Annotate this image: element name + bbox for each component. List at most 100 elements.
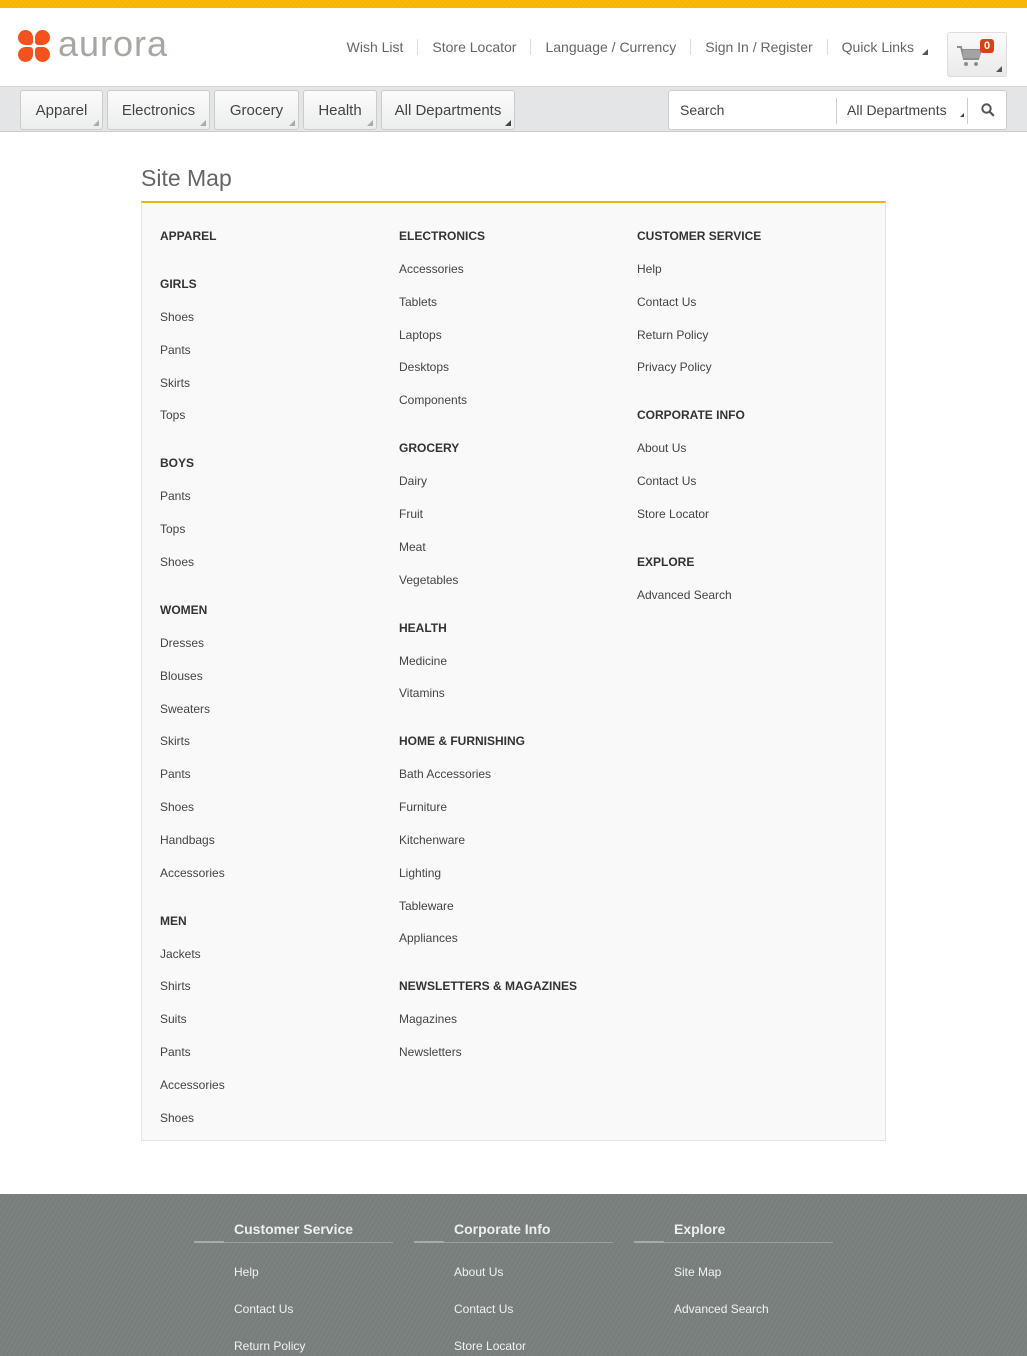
store-locator-link[interactable]: Store Locator [417,39,530,55]
language-currency-link[interactable]: Language / Currency [530,39,690,55]
footer-link-store-locator[interactable]: Store Locator [454,1339,526,1353]
sitemap-link-shoes[interactable]: Shoes [160,1111,194,1125]
sitemap-link-return-policy[interactable]: Return Policy [637,328,708,342]
sign-in-register-link[interactable]: Sign In / Register [690,39,826,55]
search-scope-value: All Departments [847,102,947,118]
sitemap-link-medicine[interactable]: Medicine [399,654,447,668]
category-heading-electronics: ELECTRONICS [399,229,486,243]
sitemap-link-tops[interactable]: Tops [160,408,185,422]
sitemap-link-pants[interactable]: Pants [160,489,191,503]
category-heading-newsletters-and-magazines: NEWSLETTERS & MAGAZINES [399,979,578,993]
sitemap-link-contact-us[interactable]: Contact Us [637,474,696,488]
sitemap-link-magazines[interactable]: Magazines [399,1012,457,1026]
sitemap-link-dairy[interactable]: Dairy [399,474,427,488]
category-heading-boys: BOYS [160,456,195,470]
sitemap-link-contact-us[interactable]: Contact Us [637,295,696,309]
dropdown-arrow-icon [289,120,295,126]
dept-electronics[interactable]: Electronics [107,90,210,130]
sitemap-link-furniture[interactable]: Furniture [399,800,447,814]
sitemap-link-lighting[interactable]: Lighting [399,866,441,880]
dept-label: All Departments [394,101,502,119]
footer-heading: Corporate Info [454,1221,551,1237]
sitemap-link-help[interactable]: Help [637,262,662,276]
sitemap-link-accessories[interactable]: Accessories [160,1078,225,1092]
sitemap-link-accessories[interactable]: Accessories [160,866,225,880]
category-heading-home-and-furnishing: HOME & FURNISHING [399,734,525,748]
divider [967,98,968,124]
sitemap-link-appliances[interactable]: Appliances [399,931,458,945]
dropdown-arrow-icon [960,113,964,117]
sitemap-link-advanced-search[interactable]: Advanced Search [637,588,732,602]
dept-label: Grocery [229,101,284,119]
sitemap-link-store-locator[interactable]: Store Locator [637,507,709,521]
footer-link-help[interactable]: Help [234,1265,259,1279]
sitemap-link-blouses[interactable]: Blouses [160,669,203,683]
logo[interactable]: aurora [18,23,169,64]
sitemap-link-tableware[interactable]: Tableware [399,899,454,913]
search-icon [981,103,995,117]
dept-grocery[interactable]: Grocery [214,90,299,130]
page-title: Site Map [141,165,232,191]
sitemap-link-accessories[interactable]: Accessories [399,262,464,276]
sitemap-link-sweaters[interactable]: Sweaters [160,702,210,716]
sitemap-link-pants[interactable]: Pants [160,343,191,357]
footer: Customer Service Help Contact Us Return Pol… [0,1194,1027,1356]
quick-links-menu[interactable]: Quick Links [826,39,928,55]
dept-health[interactable]: Health [303,90,377,130]
sitemap-link-shoes[interactable]: Shoes [160,310,194,324]
sitemap-link-shoes[interactable]: Shoes [160,555,194,569]
sitemap-link-tops[interactable]: Tops [160,522,185,536]
header: aurora Wish List Store Locator Language … [0,8,1027,86]
sitemap-link-laptops[interactable]: Laptops [399,328,442,342]
footer-divider-accent [194,1241,224,1243]
footer-link-site-map[interactable]: Site Map [674,1265,721,1279]
sitemap-link-vegetables[interactable]: Vegetables [399,573,458,587]
search-input[interactable] [669,91,837,129]
category-heading-customer-service: CUSTOMER SERVICE [637,229,762,243]
footer-link-about-us[interactable]: About Us [454,1265,503,1279]
sitemap-link-pants[interactable]: Pants [160,767,191,781]
cart-button[interactable]: 0 [947,32,1007,77]
sitemap-link-meat[interactable]: Meat [399,540,426,554]
sitemap-link-shirts[interactable]: Shirts [160,979,191,993]
search-scope-select[interactable]: All Departments [837,91,968,129]
sitemap-link-bath-accessories[interactable]: Bath Accessories [399,767,491,781]
sitemap-link-pants[interactable]: Pants [160,1045,191,1059]
category-heading-grocery: GROCERY [399,441,460,455]
footer-link-contact-us[interactable]: Contact Us [454,1302,513,1316]
department-nav: Apparel Electronics Grocery Health All D… [0,86,1027,132]
sitemap-link-desktops[interactable]: Desktops [399,360,449,374]
dropdown-arrow-icon [93,120,99,126]
sitemap-link-kitchenware[interactable]: Kitchenware [399,833,465,847]
sitemap-link-suits[interactable]: Suits [160,1012,187,1026]
sitemap-link-newsletters[interactable]: Newsletters [399,1045,462,1059]
sitemap-link-fruit[interactable]: Fruit [399,507,423,521]
footer-link-contact-us[interactable]: Contact Us [234,1302,293,1316]
sitemap-link-jackets[interactable]: Jackets [160,947,201,961]
quick-links-label: Quick Links [841,39,914,55]
sitemap-link-components[interactable]: Components [399,393,467,407]
sitemap-link-skirts[interactable]: Skirts [160,734,190,748]
dropdown-arrow-icon [367,120,373,126]
logo-text: aurora [58,23,169,64]
sitemap-link-dresses[interactable]: Dresses [160,636,204,650]
dept-apparel[interactable]: Apparel [20,90,103,130]
search-bar: All Departments [668,90,1007,130]
search-button[interactable] [969,91,1007,129]
sitemap-link-handbags[interactable]: Handbags [160,833,215,847]
sitemap-link-about-us[interactable]: About Us [637,441,686,455]
dept-all-departments[interactable]: All Departments [381,90,515,130]
dropdown-arrow-icon [922,49,928,55]
footer-link-advanced-search[interactable]: Advanced Search [674,1302,769,1316]
footer-heading: Explore [674,1221,726,1237]
wish-list-link[interactable]: Wish List [333,39,418,55]
sitemap-link-tablets[interactable]: Tablets [399,295,437,309]
footer-heading: Customer Service [234,1221,354,1237]
footer-link-return-policy[interactable]: Return Policy [234,1339,305,1353]
sitemap-link-privacy-policy[interactable]: Privacy Policy [637,360,712,374]
sitemap-link-skirts[interactable]: Skirts [160,376,190,390]
sitemap-link-vitamins[interactable]: Vitamins [399,686,445,700]
sitemap-link-shoes[interactable]: Shoes [160,800,194,814]
category-heading-corporate-info: CORPORATE INFO [637,408,745,422]
footer-divider-accent [414,1241,444,1243]
